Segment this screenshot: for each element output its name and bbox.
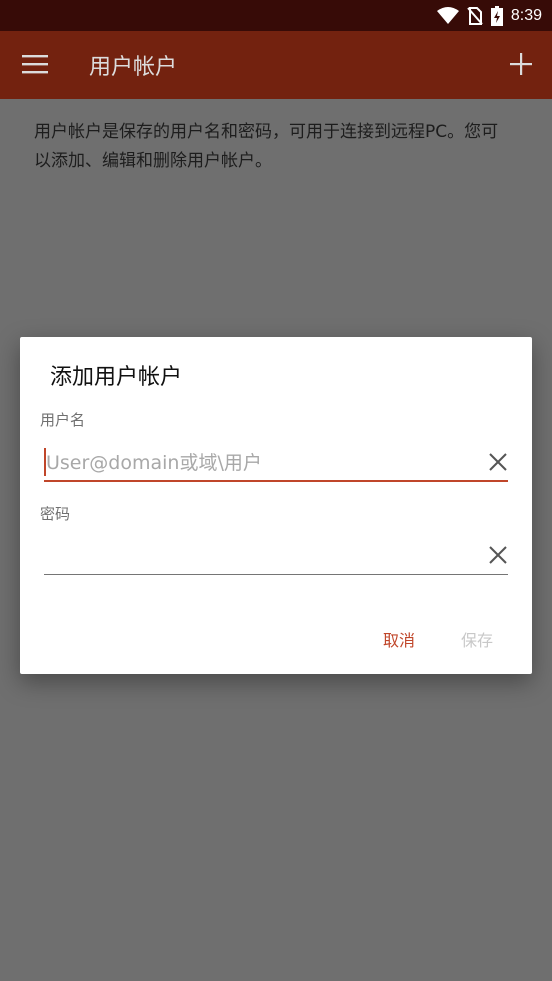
clock: 8:39 [510, 6, 542, 24]
save-button[interactable]: 保存 [461, 627, 493, 651]
no-sim-icon [467, 6, 483, 25]
username-input[interactable] [44, 448, 476, 478]
username-field-container [44, 448, 508, 482]
password-input[interactable] [44, 541, 476, 571]
cancel-button[interactable]: 取消 [383, 627, 415, 651]
dialog-title: 添加用户帐户 [50, 365, 183, 390]
username-label: 用户名 [40, 411, 86, 429]
status-bar: 8:39 [0, 0, 552, 31]
battery-charging-icon [490, 5, 503, 26]
app-bar: 用户帐户 [0, 31, 552, 99]
password-field-container [44, 541, 508, 575]
description-text: 用户帐户是保存的用户名和密码，可用于连接到远程PC。您可以添加、编辑和删除用户帐… [34, 122, 499, 171]
add-icon[interactable] [510, 53, 532, 75]
add-user-account-dialog: 添加用户帐户 用户名 密码 取消 保存 [20, 337, 532, 674]
password-label: 密码 [40, 505, 71, 523]
wifi-icon [436, 6, 459, 24]
hamburger-menu-icon[interactable] [22, 53, 48, 75]
clear-password-icon[interactable] [488, 545, 508, 565]
page-title: 用户帐户 [89, 55, 178, 80]
clear-username-icon[interactable] [488, 452, 508, 472]
